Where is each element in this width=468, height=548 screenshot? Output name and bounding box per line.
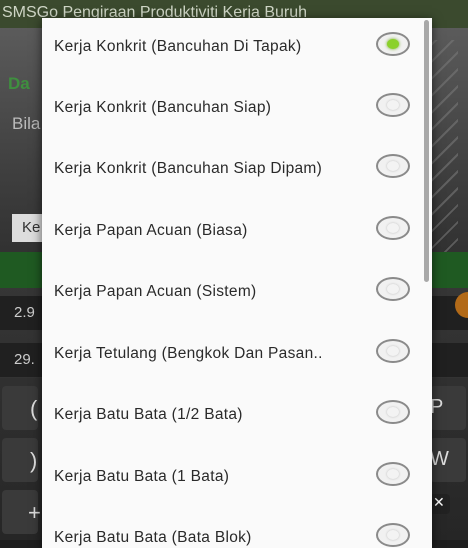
option-item[interactable]: Kerja Papan Acuan (Sistem) [42,263,432,324]
close-icon-label: ✕ [433,494,445,510]
option-label: Kerja Tetulang (Bengkok Dan Pasan.. [54,345,323,362]
option-label: Kerja Konkrit (Bancuhan Siap) [54,99,272,116]
calc-key-label: P [430,396,444,418]
option-item[interactable]: Kerja Konkrit (Bancuhan Siap Dipam) [42,140,432,201]
radio-button[interactable] [376,154,410,178]
radio-button[interactable] [376,339,410,363]
work-type-dialog: Kerja Konkrit (Bancuhan Di Tapak) Kerja … [42,18,432,548]
option-label: Kerja Batu Bata (1/2 Bata) [54,406,243,423]
bg-cell-fragment: 29. [14,351,35,368]
bg-cell-fragment: 2.9 [14,304,35,321]
option-item[interactable]: Kerja Batu Bata (1 Bata) [42,448,432,509]
option-label: Kerja Batu Bata (Bata Blok) [54,529,252,546]
option-item[interactable]: Kerja Batu Bata (1/2 Bata) [42,386,432,447]
calc-key-label: ) [30,448,38,473]
calc-key[interactable]: ( [2,386,38,430]
radio-button[interactable] [376,216,410,240]
option-label: Kerja Batu Bata (1 Bata) [54,468,230,485]
close-icon[interactable]: ✕ [430,494,450,514]
calc-key[interactable]: + [2,490,41,534]
option-item[interactable]: Kerja Papan Acuan (Biasa) [42,202,432,263]
bg-input-fragment: Ke [22,219,41,236]
option-label: Kerja Papan Acuan (Biasa) [54,222,248,239]
dialog-scrollbar[interactable] [424,20,429,282]
option-label: Kerja Konkrit (Bancuhan Di Tapak) [54,38,302,55]
radio-button[interactable] [376,32,410,56]
radio-button[interactable] [376,462,410,486]
bg-label-fragment: Bila [12,114,41,133]
radio-button[interactable] [376,93,410,117]
option-item[interactable]: Kerja Konkrit (Bancuhan Di Tapak) [42,18,432,79]
option-item[interactable]: Kerja Tetulang (Bengkok Dan Pasan.. [42,325,432,386]
option-item[interactable]: Kerja Konkrit (Bancuhan Siap) [42,79,432,140]
option-label: Kerja Papan Acuan (Sistem) [54,283,257,300]
calc-key-label: + [28,500,41,525]
bg-heading-fragment: Da [8,74,30,93]
calc-key-label: W [430,448,449,470]
calc-key[interactable]: W [430,438,466,482]
option-label: Kerja Konkrit (Bancuhan Siap Dipam) [54,160,323,177]
option-item[interactable]: Kerja Batu Bata (Bata Blok) [42,509,432,548]
radio-button[interactable] [376,400,410,424]
radio-button[interactable] [376,277,410,301]
calc-key-label: ( [30,396,38,421]
calc-key[interactable]: ) [2,438,38,482]
calc-key[interactable]: P [430,386,466,430]
radio-button[interactable] [376,523,410,547]
